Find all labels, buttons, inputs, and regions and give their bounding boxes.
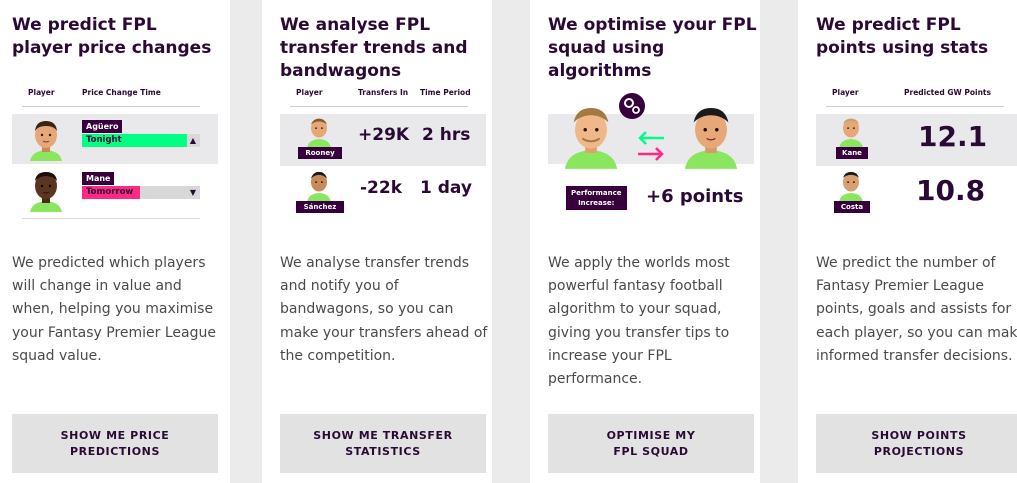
- player-name-tag: Kane: [836, 147, 868, 159]
- card-description: We apply the worlds most powerful fantas…: [548, 255, 730, 388]
- card-optimise-squad: We optimise your FPL squad using algorit…: [530, 0, 760, 483]
- card-price-changes: We predict FPL player price changes Play…: [0, 0, 230, 483]
- card-description: We predicted which players will change i…: [12, 255, 216, 364]
- show-transfer-statistics-button[interactable]: SHOW ME TRANSFER STATISTICS: [280, 414, 486, 473]
- price-change-status: Tonight: [86, 135, 122, 145]
- show-price-predictions-button[interactable]: SHOW ME PRICE PREDICTIONS: [12, 414, 218, 473]
- row-divider: [22, 218, 200, 219]
- player-name-tag: Mane: [82, 172, 115, 185]
- swap-arrows-icon: [638, 131, 664, 161]
- header-divider: [826, 106, 1004, 107]
- time-period-value: 1 day: [420, 178, 472, 198]
- price-change-bar: Tomorrow ▼: [82, 186, 200, 199]
- column-header-time-period: Time Period: [420, 88, 471, 97]
- table-row: Agüero Tonight ▲: [12, 114, 218, 164]
- player-in-avatar-icon: [684, 108, 738, 169]
- predicted-points-value: 12.1: [918, 120, 988, 153]
- algorithm-gears-icon: [619, 93, 645, 119]
- price-change-bar: Tonight ▲: [82, 134, 200, 147]
- arrow-up-icon: ▲: [189, 136, 196, 145]
- card-description: We analyse transfer trends and notify yo…: [280, 255, 488, 364]
- table-row: Rooney +29K 2 hrs: [280, 114, 486, 166]
- card-predict-points: We predict FPL points using stats Player…: [798, 0, 1017, 483]
- column-header-predicted-gw-points: Predicted GW Points: [904, 88, 991, 97]
- header-divider: [290, 106, 468, 107]
- column-header-player: Player: [28, 88, 55, 97]
- transfer-trends-widget: Player Transfers In Time Period Rooney +…: [280, 82, 486, 222]
- player-avatar-icon: [30, 121, 62, 161]
- points-prediction-widget: Player Predicted GW Points Kane 12.1 Cos…: [816, 82, 1017, 222]
- card-transfer-trends: We analyse FPL transfer trends and bandw…: [262, 0, 492, 483]
- player-name-tag: Agüero: [82, 120, 123, 133]
- player-avatar-icon: [30, 172, 62, 212]
- header-divider: [22, 106, 200, 107]
- predicted-points-value: 10.8: [916, 174, 986, 207]
- player-avatar-icon: [839, 171, 863, 201]
- table-row: Costa 10.8: [816, 168, 1017, 222]
- player-name-tag: Sánchez: [296, 201, 344, 213]
- card-description: We predict the number of Fantasy Premier…: [816, 255, 1017, 364]
- table-row: Kane 12.1: [816, 114, 1017, 166]
- arrow-down-icon: ▼: [189, 188, 196, 197]
- player-out-avatar-icon: [564, 108, 618, 169]
- card-title: We analyse FPL transfer trends and bandw…: [280, 15, 468, 81]
- show-points-projections-button[interactable]: SHOW POINTS PROJECTIONS: [816, 414, 1017, 473]
- optimise-squad-button[interactable]: OPTIMISE MY FPL SQUAD: [548, 414, 754, 473]
- transfers-in-value: -22k: [360, 178, 403, 198]
- player-name-tag: Rooney: [298, 147, 342, 159]
- card-title: We predict FPL player price changes: [12, 15, 212, 58]
- points-gain-value: +6 points: [646, 186, 744, 207]
- price-change-status: Tomorrow: [86, 187, 134, 197]
- column-header-transfers-in: Transfers In: [358, 88, 409, 97]
- card-title: We optimise your FPL squad using algorit…: [548, 15, 757, 81]
- optimise-widget: Performance Increase: +6 points: [548, 82, 754, 222]
- player-name-tag: Costa: [834, 201, 870, 213]
- player-avatar-icon: [839, 118, 863, 147]
- column-header-price-change-time: Price Change Time: [82, 88, 161, 97]
- player-avatar-icon: [307, 118, 331, 147]
- column-header-player: Player: [832, 88, 859, 97]
- performance-increase-tag: Performance Increase:: [566, 186, 627, 210]
- price-change-widget: Player Price Change Time Agüero Tonight …: [12, 82, 218, 222]
- player-avatar-icon: [307, 171, 331, 201]
- card-title: We predict FPL points using stats: [816, 15, 989, 58]
- table-row: Sánchez -22k 1 day: [280, 168, 486, 222]
- time-period-value: 2 hrs: [422, 125, 471, 145]
- table-row: Mane Tomorrow ▼: [12, 166, 218, 216]
- column-header-player: Player: [296, 88, 323, 97]
- transfers-in-value: +29K: [358, 125, 410, 145]
